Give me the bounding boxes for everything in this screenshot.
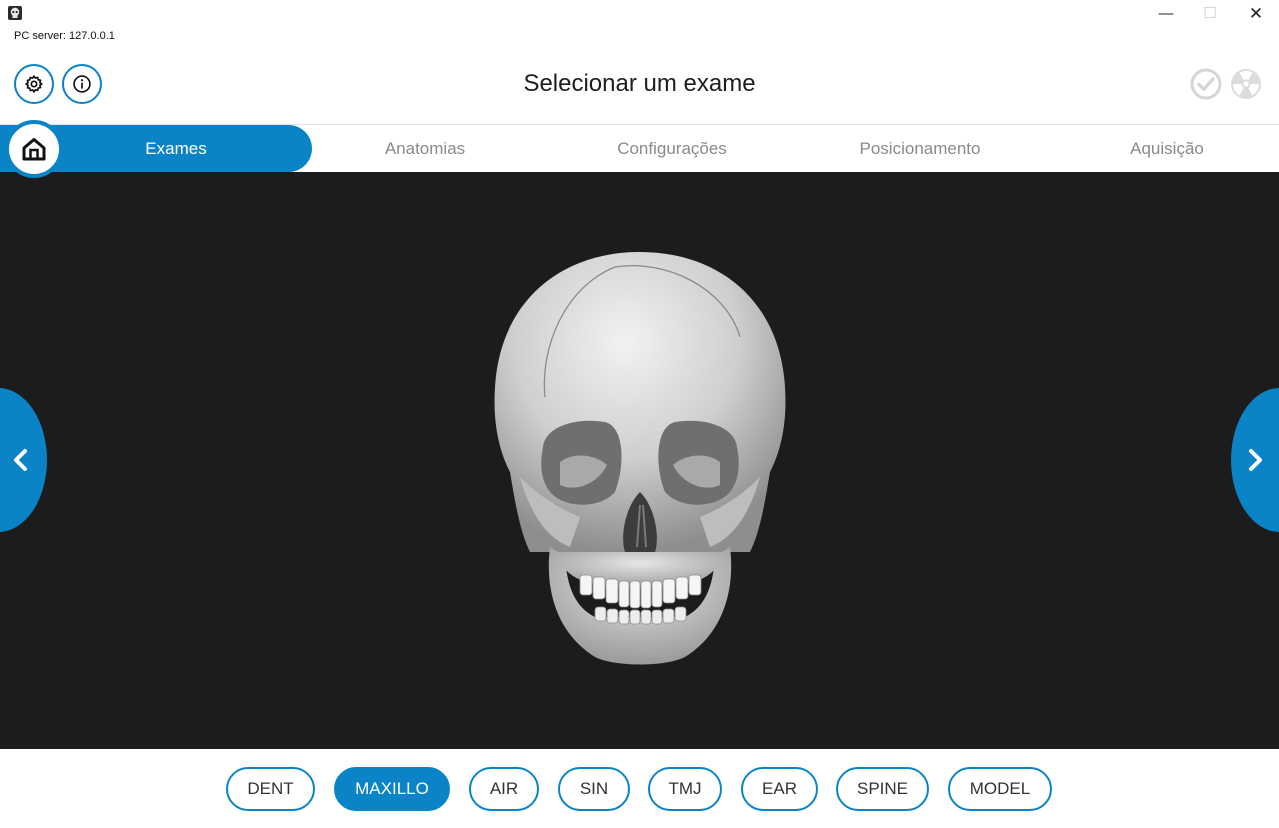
skull-3d-model[interactable] xyxy=(485,247,795,677)
chevron-left-icon xyxy=(14,449,27,471)
app-logo-icon xyxy=(8,6,22,20)
exam-type-maxillo[interactable]: MAXILLO xyxy=(334,767,450,811)
close-button[interactable]: ✕ xyxy=(1244,4,1268,24)
home-icon xyxy=(22,138,46,161)
radiation-icon xyxy=(1231,69,1261,99)
maximize-button[interactable]: ☐ xyxy=(1198,4,1222,24)
tab-posicionamento[interactable]: Posicionamento xyxy=(820,125,1020,172)
exam-type-tmj[interactable]: TMJ xyxy=(648,767,722,811)
tab-configuracoes[interactable]: Configurações xyxy=(572,125,772,172)
tab-aquisicao[interactable]: Aquisição xyxy=(1067,125,1267,172)
chevron-right-icon xyxy=(1249,449,1262,471)
minimize-button[interactable]: — xyxy=(1154,4,1178,24)
next-button[interactable] xyxy=(1231,388,1279,532)
exam-type-spine[interactable]: SPINE xyxy=(836,767,929,811)
exam-type-dent[interactable]: DENT xyxy=(226,767,315,811)
page-title: Selecionar um exame xyxy=(523,70,756,97)
exam-type-ear[interactable]: EAR xyxy=(741,767,818,811)
server-address-label: PC server: 127.0.0.1 xyxy=(14,30,115,42)
home-button[interactable] xyxy=(5,120,63,178)
tab-exames[interactable]: Exames xyxy=(40,125,312,172)
anatomy-viewport[interactable] xyxy=(0,172,1279,749)
exam-type-sin[interactable]: SIN xyxy=(558,767,630,811)
check-circle-icon xyxy=(1190,68,1222,100)
step-tabs: Exames Anatomias Configurações Posiciona… xyxy=(0,125,1279,172)
exam-type-air[interactable]: AIR xyxy=(469,767,539,811)
exam-type-model[interactable]: MODEL xyxy=(948,767,1052,811)
tab-anatomias[interactable]: Anatomias xyxy=(325,125,525,172)
title-bar: PC server: 127.0.0.1 — ☐ ✕ xyxy=(0,0,1279,50)
exam-type-bar: DENT MAXILLO AIR SIN TMJ EAR SPINE MODEL xyxy=(0,749,1279,828)
previous-button[interactable] xyxy=(0,388,47,532)
